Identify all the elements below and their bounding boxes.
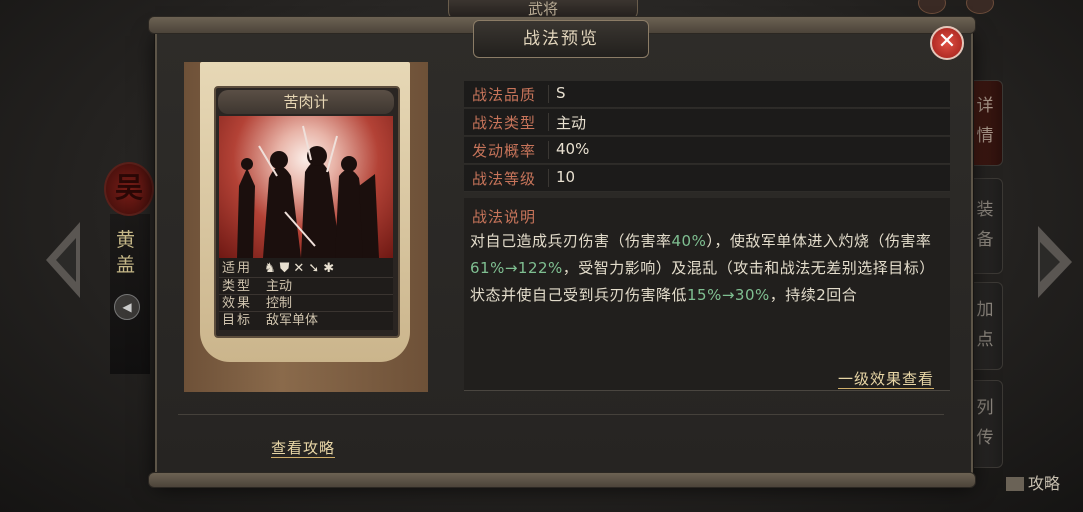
dialog-frame-bottom (148, 472, 976, 488)
card-row-value: 控制 (266, 296, 293, 311)
stat-key: 战法品质 (472, 86, 537, 104)
card-row-type: 类型 主动 (219, 277, 393, 295)
dialog-divider (178, 414, 944, 415)
description-divider (464, 390, 950, 391)
guide-label: 攻略 (1028, 474, 1061, 493)
tab-attributes-label: 加点 (976, 300, 994, 350)
card-row-applicable: 适用 ♞⛊✕➘✱ (219, 260, 393, 277)
hero-name: 黄盖 (116, 229, 136, 276)
next-arrow-inner (1040, 242, 1060, 282)
view-guide-link[interactable]: 查看攻略 (271, 439, 336, 458)
bow-icon: ✕ (293, 261, 309, 276)
stat-value: 40% (556, 140, 590, 158)
stat-value: 主动 (556, 114, 587, 132)
tab-equipment[interactable]: 装备 (968, 178, 1003, 274)
card-row-value: 敌军单体 (266, 313, 319, 328)
guide-link-wrap: 查看攻略 (271, 437, 336, 458)
description-text: 对自己造成兵刃伤害（伤害率40%），使敌军单体进入灼烧（伤害率 61%→122% ，… (470, 228, 950, 309)
tab-biography[interactable]: 列传 (968, 380, 1003, 468)
stat-row-level: 战法等级 10 (464, 165, 950, 192)
tab-equipment-label: 装备 (976, 200, 994, 250)
cavalry-icon: ♞ (264, 261, 280, 276)
stat-value: 10 (556, 168, 576, 186)
desc-part: ，持续2回合 (769, 286, 858, 304)
wheel-icon: ✱ (323, 261, 339, 276)
troop-type-icons: ♞⛊✕➘✱ (264, 260, 338, 277)
skill-card-art (219, 116, 393, 258)
desc-part: 对自己造成兵刃伤害（伤害率 (470, 232, 672, 250)
description-heading: 战法说明 (472, 208, 537, 226)
soldiers-silhouette-image (237, 125, 379, 258)
card-row-key: 类型 (222, 279, 253, 294)
speaker-icon[interactable]: ◀ (114, 294, 140, 320)
stat-key: 发动概率 (472, 142, 537, 160)
top-close-button[interactable] (966, 0, 994, 14)
card-row-value: 主动 (266, 279, 293, 294)
card-row-key: 适用 (222, 261, 253, 276)
dialog-title: 战法预览 (473, 20, 649, 58)
shield-icon: ⛊ (279, 261, 294, 276)
tab-details[interactable]: 详情 (968, 80, 1003, 166)
first-level-effect-link-wrap: 一级效果查看 (838, 368, 935, 389)
stat-value: S (556, 84, 566, 102)
spear-icon: ➘ (308, 261, 324, 276)
prev-arrow-inner (56, 238, 76, 282)
tab-details-label: 详情 (976, 96, 994, 146)
card-row-key: 效果 (222, 296, 253, 311)
stat-row-type: 战法类型 主动 (464, 109, 950, 136)
stat-row-quality: 战法品质 S (464, 81, 950, 108)
guide-button[interactable]: 攻略 (1006, 470, 1060, 494)
skill-card-name: 苦肉计 (218, 90, 394, 114)
desc-part-highlight: 15%→30% (687, 286, 770, 304)
faction-badge: 吴 (104, 162, 154, 216)
tab-biography-label: 列传 (976, 398, 994, 448)
tab-attributes[interactable]: 加点 (968, 282, 1003, 370)
stat-key: 战法等级 (472, 170, 537, 188)
desc-part-highlight: 40% (671, 232, 707, 250)
stat-row-chance: 发动概率 40% (464, 137, 950, 164)
first-level-effect-link[interactable]: 一级效果查看 (838, 370, 935, 389)
book-icon (1006, 477, 1024, 491)
card-row-effect: 效果 控制 (219, 294, 393, 312)
desc-part: ），使敌军单体进入灼烧（伤害率 (706, 232, 932, 250)
close-icon[interactable]: ✕ (930, 26, 964, 60)
desc-part-highlight: 61%→122% (470, 259, 563, 277)
top-round-button[interactable] (918, 0, 946, 14)
skill-card-info: 适用 ♞⛊✕➘✱ 类型 主动 效果 控制 目标 敌军单体 (219, 258, 393, 330)
card-row-key: 目标 (222, 313, 253, 328)
card-row-target: 目标 敌军单体 (219, 311, 393, 329)
stat-key: 战法类型 (472, 114, 537, 132)
